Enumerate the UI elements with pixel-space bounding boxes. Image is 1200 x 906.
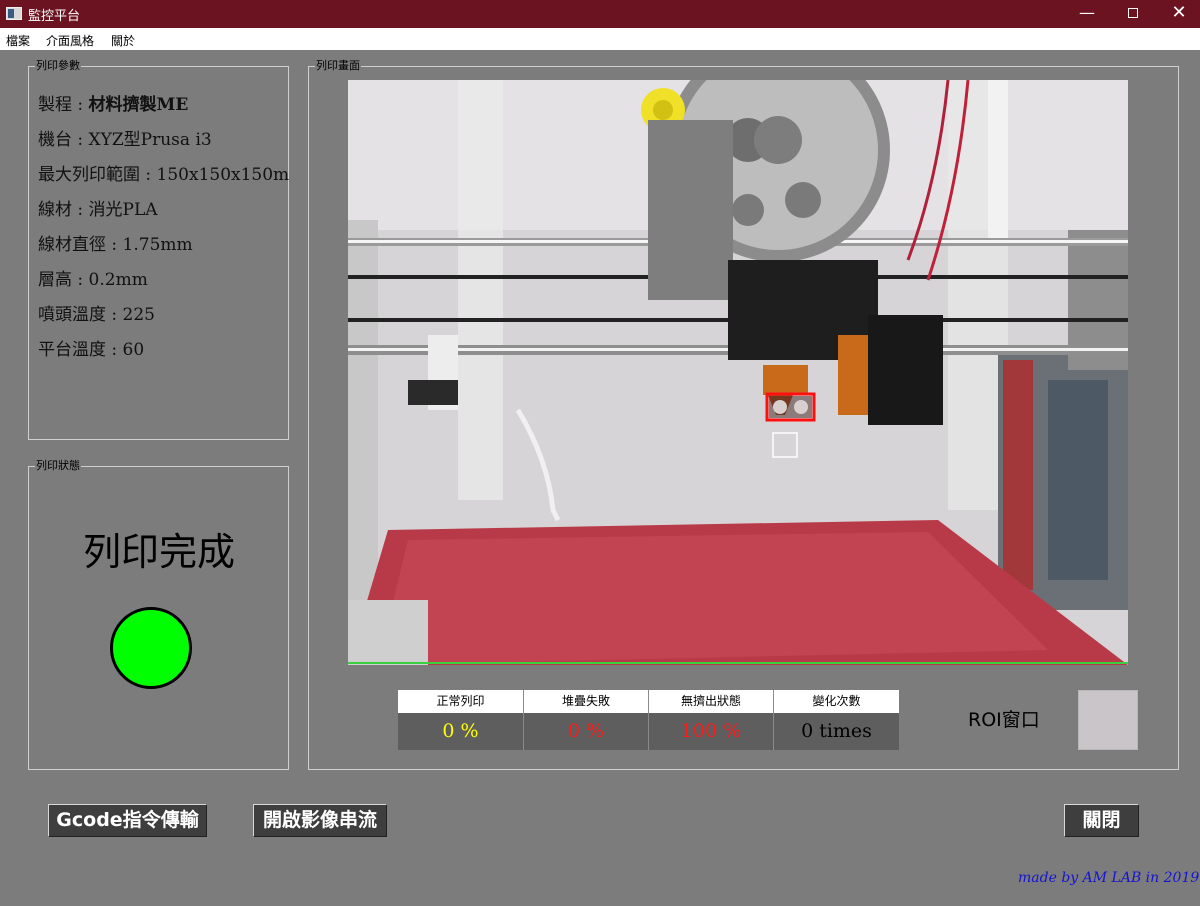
param-process-value: 材料擠製ME [88,95,189,115]
app-icon [6,7,22,20]
status-text: 列印完成 [82,530,235,574]
credit-text: made by AM LAB in 2019 [1018,870,1200,886]
menu-about[interactable]: 關於 [111,32,135,49]
stat-normal: 正常列印 0 % [398,690,523,750]
close-button[interactable]: 關閉 [1064,804,1139,837]
param-process-label: 製程 : [38,95,89,115]
maximize-icon [1128,8,1138,18]
title-bar: 監控平台 — ✕ [0,0,1200,28]
menu-style[interactable]: 介面風格 [46,32,94,49]
stat-no-extrusion-header: 無擠出狀態 [648,690,773,713]
stat-change-count-value: 0 times [773,713,899,750]
param-machine: 機台 : XYZ型Prusa i3 [38,130,212,150]
stats-table: 正常列印 0 % 堆疊失敗 0 % 無擠出狀態 100 % 變化次數 0 tim… [398,690,899,750]
stat-normal-header: 正常列印 [398,690,523,713]
param-diameter: 線材直徑 : 1.75mm [38,235,193,255]
print-params-title: 列印參數 [35,59,81,73]
param-range: 最大列印範圍 : 150x150x150m [38,165,290,185]
param-filament: 線材 : 消光PLA [38,200,158,220]
print-params-group: 列印參數 製程 : 材料擠製ME 機台 : XYZ型Prusa i3 最大列印範… [28,59,290,440]
close-window-button[interactable]: ✕ [1156,0,1200,28]
printer-camera-image [348,80,1128,665]
stat-no-extrusion: 無擠出狀態 100 % [648,690,773,750]
camera-feed [348,80,1128,665]
print-status-group: 列印狀態 列印完成 [28,459,289,770]
roi-label: ROI窗口 [968,709,1040,731]
status-indicator-light [110,607,192,689]
stat-no-extrusion-value: 100 % [648,713,773,750]
print-status-title: 列印狀態 [35,459,81,473]
param-process: 製程 : 材料擠製ME [38,90,188,115]
stat-change-count-header: 變化次數 [773,690,899,713]
camera-group-title: 列印畫面 [315,59,361,73]
window-title: 監控平台 [28,9,81,24]
menu-file[interactable]: 檔案 [6,32,30,49]
maximize-button[interactable] [1110,0,1156,28]
stat-stack-fail-value: 0 % [523,713,648,750]
gcode-button[interactable]: Gcode指令傳輸 [48,804,207,837]
param-nozzle-temp: 噴頭溫度 : 225 [38,305,155,325]
param-layer: 層高 : 0.2mm [38,270,148,290]
roi-preview [1078,690,1138,750]
stat-change-count: 變化次數 0 times [773,690,899,750]
param-bed-temp: 平台溫度 : 60 [38,340,145,360]
menu-bar: 檔案 介面風格 關於 [0,28,1200,50]
stat-stack-fail: 堆疊失敗 0 % [523,690,648,750]
stat-stack-fail-header: 堆疊失敗 [523,690,648,713]
video-stream-button[interactable]: 開啟影像串流 [253,804,387,837]
minimize-button[interactable]: — [1064,0,1110,28]
stat-normal-value: 0 % [398,713,523,750]
